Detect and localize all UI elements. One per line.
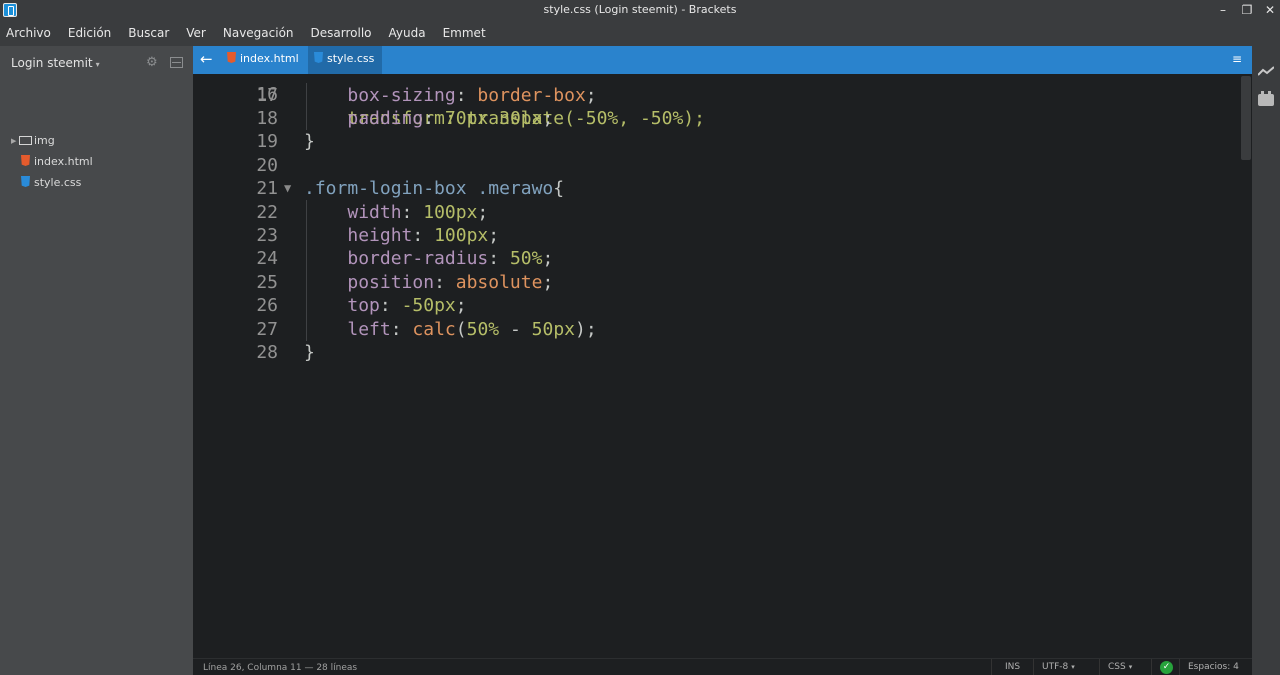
window-title: style.css (Login steemit) - Brackets [543, 3, 737, 16]
folder-icon [19, 136, 32, 145]
hamburger-menu-icon[interactable]: ≡ [1232, 52, 1242, 66]
split-view-icon[interactable] [170, 57, 183, 68]
project-dropdown[interactable]: Login steemit ▾ [11, 56, 100, 70]
editor-scrollbar[interactable] [1240, 74, 1252, 658]
line-number: 19 [256, 131, 278, 153]
language-label: CSS [1108, 662, 1126, 672]
code-line: 16 transform: translate(-50%, -50%); [193, 74, 705, 128]
menu-ayuda[interactable]: Ayuda [389, 26, 426, 40]
minimize-button[interactable]: – [1212, 1, 1234, 19]
line-number: 28 [256, 341, 278, 363]
back-arrow-icon[interactable]: ← [200, 50, 213, 68]
line-number: 20 [256, 154, 278, 176]
chevron-right-icon: ▶ [11, 137, 17, 145]
check-icon: ✓ [1160, 661, 1173, 674]
title-bar: style.css (Login steemit) - Brackets – ❐… [0, 0, 1280, 20]
menu-ver[interactable]: Ver [186, 26, 206, 40]
tree-folder-img[interactable]: ▶ img [11, 133, 55, 149]
menu-bar: Archivo Edición Buscar Ver Navegación De… [0, 20, 1280, 46]
menu-archivo[interactable]: Archivo [6, 26, 51, 40]
chevron-down-icon: ▾ [1071, 663, 1075, 671]
code-text: top: -50px; [347, 295, 467, 317]
code-editor[interactable]: 16 transform: translate(-50%, -50%); 17 … [193, 74, 1240, 658]
code-text: position: absolute; [347, 271, 554, 293]
menu-navegacion[interactable]: Navegación [223, 26, 294, 40]
live-preview-icon[interactable] [1258, 66, 1274, 76]
maximize-button[interactable]: ❐ [1236, 1, 1258, 19]
project-sidebar: Login steemit ▾ ⚙ ▶ img index.html style.c… [0, 46, 193, 675]
menu-buscar[interactable]: Buscar [128, 26, 169, 40]
chevron-down-icon: ▾ [1128, 663, 1133, 671]
extension-manager-icon[interactable] [1258, 91, 1274, 106]
language-select[interactable]: CSS ▾ [1099, 659, 1151, 675]
html5-file-icon [21, 155, 30, 166]
menu-edicion[interactable]: Edición [68, 26, 111, 40]
code-text: } [304, 341, 315, 363]
line-number: 26 [256, 295, 278, 317]
encoding-select[interactable]: UTF-8 ▾ [1033, 659, 1099, 675]
menu-emmet[interactable]: Emmet [443, 26, 486, 40]
line-number: 27 [256, 318, 278, 340]
tab-label: style.css [327, 52, 375, 65]
line-number: 24 [256, 248, 278, 270]
linter-status[interactable]: ✓ [1151, 659, 1179, 675]
menu-desarrollo[interactable]: Desarrollo [311, 26, 372, 40]
line-number: 21 [256, 178, 278, 200]
fold-toggle-icon[interactable]: ▼ [284, 177, 291, 200]
tree-file-index-html[interactable]: index.html [21, 154, 93, 170]
project-name: Login steemit [11, 56, 93, 70]
line-number: 23 [256, 224, 278, 246]
code-text: height: 100px; [347, 224, 500, 246]
chevron-down-icon: ▾ [95, 60, 100, 69]
tree-file-style-css[interactable]: style.css [21, 175, 81, 191]
code-text: } [304, 131, 315, 153]
tab-label: index.html [240, 52, 299, 65]
code-text: box-sizing: border-box; [347, 84, 597, 106]
code-text: .form-login-box .merawo{ [304, 178, 565, 200]
file-label: style.css [34, 176, 82, 189]
status-bar: Línea 26, Columna 11 — 28 líneas INS UTF… [193, 658, 1252, 675]
tab-index-html[interactable]: index.html [218, 46, 308, 74]
css3-file-icon [21, 176, 30, 187]
code-text: padding: 70px 30px; [347, 107, 554, 129]
tab-bar: ← index.html style.css ≡ [193, 46, 1252, 74]
line-number: 17 [256, 84, 278, 106]
gear-icon[interactable]: ⚙ [146, 55, 158, 70]
code-text: width: 100px; [347, 201, 489, 223]
scrollbar-thumb[interactable] [1241, 76, 1251, 160]
line-number: 18 [256, 107, 278, 129]
close-button[interactable]: ✕ [1259, 1, 1280, 19]
html5-file-icon [227, 52, 236, 63]
indent-settings[interactable]: Espacios: 4 [1179, 659, 1252, 675]
css3-file-icon [314, 52, 323, 63]
code-text: left: calc(50% - 50px); [347, 318, 597, 340]
file-label: index.html [34, 155, 93, 168]
encoding-label: UTF-8 [1042, 662, 1069, 672]
line-number: 25 [256, 271, 278, 293]
toolbar-right [1252, 46, 1280, 675]
insert-mode-toggle[interactable]: INS [991, 659, 1033, 675]
folder-label: img [34, 134, 55, 147]
tab-style-css[interactable]: style.css [308, 46, 382, 74]
code-text: border-radius: 50%; [347, 248, 554, 270]
line-number: 22 [256, 201, 278, 223]
cursor-position: Línea 26, Columna 11 — 28 líneas [203, 663, 358, 673]
